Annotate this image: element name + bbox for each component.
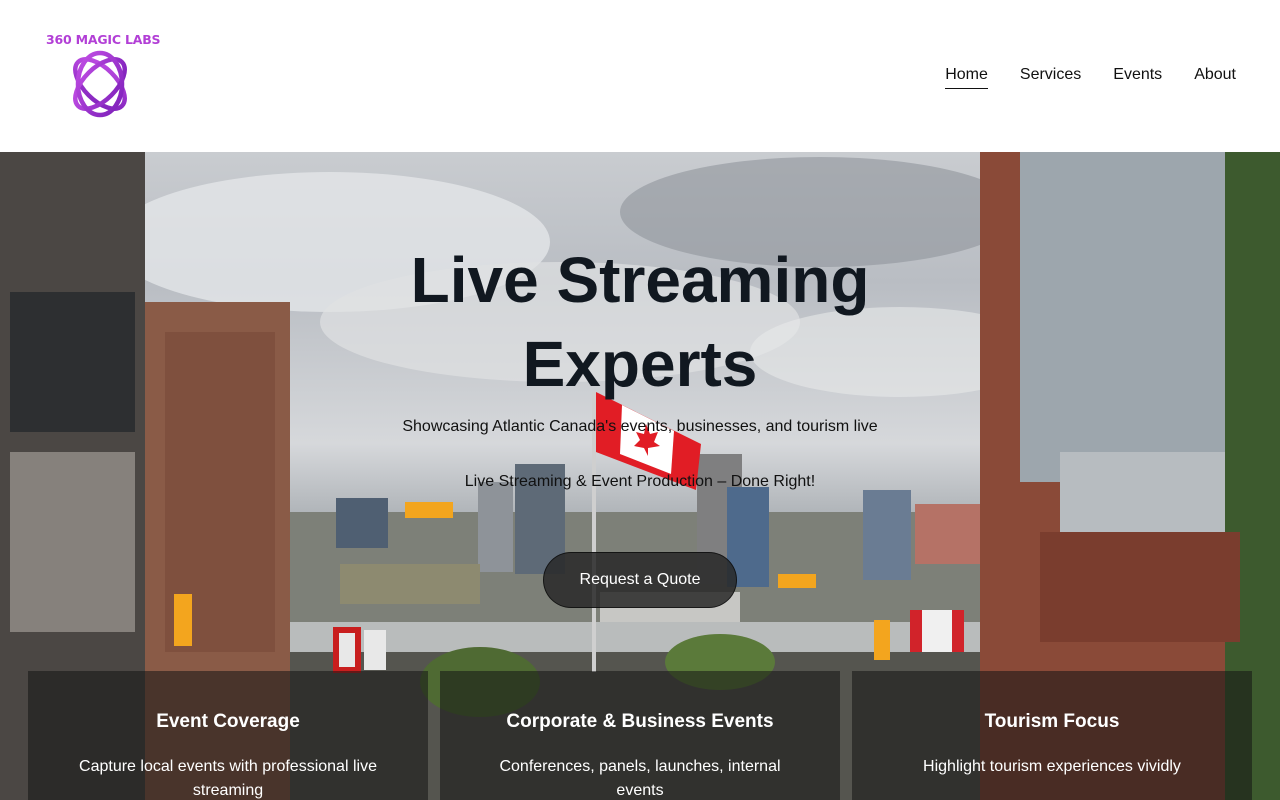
feature-card-text: Capture local events with professional l…: [79, 758, 377, 799]
main-nav: Home Services Events About: [945, 66, 1236, 89]
hero-section: Live Streaming Experts Showcasing Atlant…: [0, 152, 1280, 800]
feature-card-text: Highlight tourism experiences vividly: [923, 758, 1181, 775]
feature-card-text: Conferences, panels, launches, internal …: [499, 758, 781, 799]
feature-card-event-coverage: Event Coverage Capture local events with…: [28, 671, 428, 800]
feature-card-tourism-focus: Tourism Focus Highlight tourism experien…: [852, 671, 1252, 800]
hero-subtitle: Showcasing Atlantic Canada's events, bus…: [402, 418, 878, 435]
hero-tagline: Live Streaming & Event Production – Done…: [464, 473, 816, 490]
nav-services[interactable]: Services: [1020, 66, 1081, 89]
feature-card-title: Tourism Focus: [984, 711, 1120, 732]
atom-logo-icon: [73, 50, 127, 118]
request-quote-button[interactable]: Request a Quote: [543, 552, 737, 608]
logo-text: 360 MAGIC LABS: [46, 32, 161, 47]
hero-title: Live Streaming Experts: [410, 244, 870, 400]
logo[interactable]: 360 MAGIC LABS: [44, 30, 162, 122]
nav-home[interactable]: Home: [945, 66, 988, 89]
feature-card-corporate-events: Corporate & Business Events Conferences,…: [440, 671, 840, 800]
site-header: 360 MAGIC LABS Home Services Events Abou…: [0, 0, 1280, 152]
feature-cards: Event Coverage Capture local events with…: [28, 671, 1252, 800]
hero-content: Live Streaming Experts Showcasing Atlant…: [0, 152, 1280, 800]
feature-card-title: Event Coverage: [156, 711, 300, 732]
nav-about[interactable]: About: [1194, 66, 1236, 89]
nav-events[interactable]: Events: [1113, 66, 1162, 89]
feature-card-title: Corporate & Business Events: [506, 711, 774, 732]
